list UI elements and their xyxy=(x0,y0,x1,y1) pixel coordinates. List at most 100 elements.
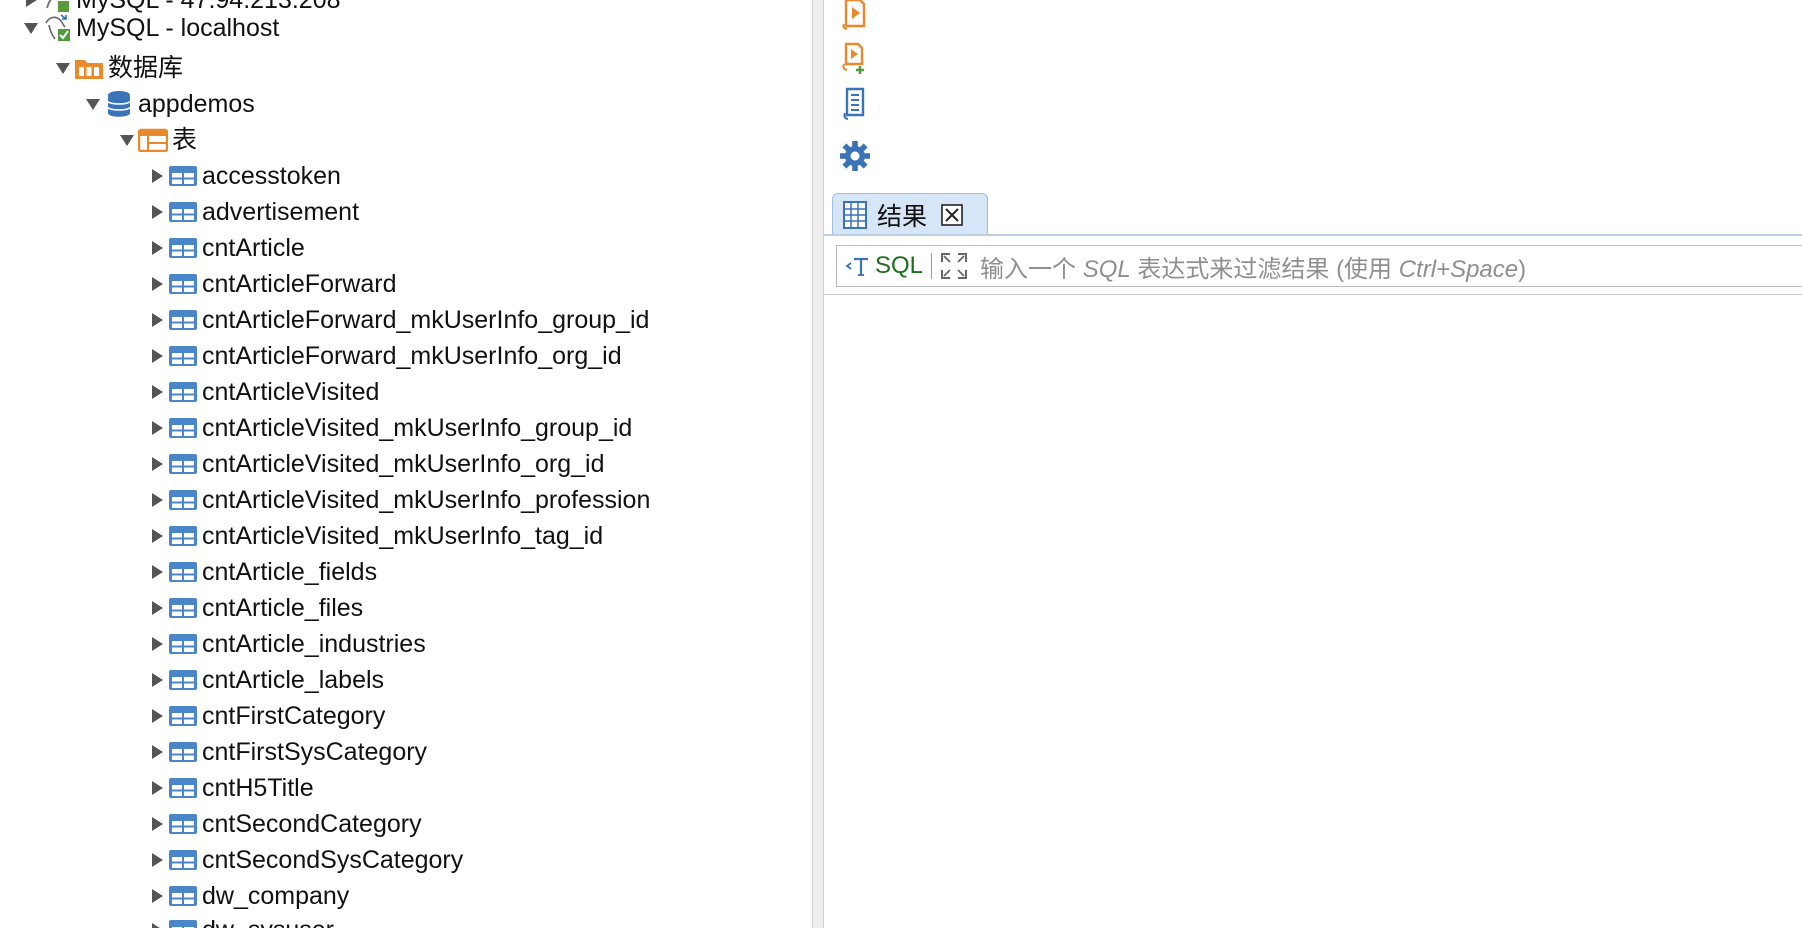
table-icon xyxy=(168,518,198,554)
tables-folder-label: 表 xyxy=(172,126,198,154)
table-icon xyxy=(168,734,198,770)
results-grid-area[interactable] xyxy=(824,296,1802,928)
table-row[interactable]: cntH5Title xyxy=(146,770,314,806)
table-row[interactable]: cntSecondCategory xyxy=(146,806,422,842)
table-row[interactable]: accesstoken xyxy=(146,158,341,194)
collapsed-arrow-icon[interactable] xyxy=(146,158,168,194)
collapsed-arrow-icon[interactable] xyxy=(146,374,168,410)
table-name: cntArticleVisited_mkUserInfo_group_id xyxy=(202,414,633,442)
tree-node-tables-folder[interactable]: 表 xyxy=(116,122,197,158)
collapsed-arrow-icon[interactable] xyxy=(146,662,168,698)
collapsed-arrow-icon[interactable] xyxy=(146,878,168,914)
close-icon[interactable] xyxy=(941,203,963,226)
collapsed-arrow-icon[interactable] xyxy=(146,590,168,626)
table-row[interactable]: cntArticle xyxy=(146,230,305,266)
expand-icon[interactable] xyxy=(940,252,968,280)
toolbar-separator xyxy=(931,253,933,279)
expanded-arrow-icon[interactable] xyxy=(116,122,138,158)
databases-folder-label: 数据库 xyxy=(108,54,184,82)
table-icon xyxy=(168,662,198,698)
sql-filter-label[interactable]: SQL xyxy=(875,252,923,280)
execute-script-new-tab-icon[interactable] xyxy=(838,40,872,76)
collapsed-arrow-icon[interactable] xyxy=(146,482,168,518)
expanded-arrow-icon[interactable] xyxy=(82,86,104,122)
table-icon xyxy=(168,194,198,230)
tab-results[interactable]: 结果 xyxy=(832,193,988,235)
execute-script-icon[interactable] xyxy=(838,0,872,32)
panel-splitter[interactable] xyxy=(812,0,824,928)
table-icon xyxy=(168,770,198,806)
table-row[interactable]: cntSecondSysCategory xyxy=(146,842,463,878)
table-icon xyxy=(168,912,198,928)
result-filter-bar: SQL 输入一个 SQL 表达式来过滤结果 (使用 Ctrl+Space) xyxy=(836,245,1802,287)
collapsed-arrow-icon[interactable] xyxy=(146,554,168,590)
results-grid-icon xyxy=(843,200,867,229)
tab-strip-border xyxy=(824,234,1802,236)
table-name: cntArticleVisited_mkUserInfo_profession xyxy=(202,486,651,514)
table-row[interactable]: cntArticleVisited_mkUserInfo_profession xyxy=(146,482,650,518)
table-row[interactable]: cntArticle_labels xyxy=(146,662,384,698)
table-row[interactable]: dw_company xyxy=(146,878,349,914)
database-icon xyxy=(104,86,134,122)
collapsed-arrow-icon[interactable] xyxy=(146,302,168,338)
tree-node-connection-localhost[interactable]: MySQL - localhost xyxy=(20,10,279,46)
table-icon xyxy=(168,554,198,590)
table-row[interactable]: cntArticleVisited_mkUserInfo_group_id xyxy=(146,410,632,446)
table-row[interactable]: cntArticleForward_mkUserInfo_org_id xyxy=(146,338,622,374)
collapsed-arrow-icon[interactable] xyxy=(146,230,168,266)
table-icon xyxy=(168,302,198,338)
collapsed-arrow-icon[interactable] xyxy=(146,266,168,302)
table-row[interactable]: cntFirstCategory xyxy=(146,698,385,734)
expanded-arrow-icon[interactable] xyxy=(52,50,74,86)
table-icon xyxy=(168,446,198,482)
collapsed-arrow-icon[interactable] xyxy=(146,912,168,928)
table-row[interactable]: cntArticle_industries xyxy=(146,626,426,662)
table-row[interactable]: cntArticleForward xyxy=(146,266,397,302)
table-row[interactable]: cntArticleVisited xyxy=(146,374,379,410)
explain-plan-icon[interactable] xyxy=(838,86,872,122)
collapsed-arrow-icon[interactable] xyxy=(146,518,168,554)
table-row[interactable]: cntArticle_fields xyxy=(146,554,377,590)
sql-editor-panel: 结果 SQL 输入一个 SQL 表达式来过滤结果 (使用 Ctrl+Space) xyxy=(824,0,1802,928)
table-icon xyxy=(168,338,198,374)
table-name: cntArticleVisited xyxy=(202,378,380,406)
collapsed-arrow-icon[interactable] xyxy=(146,806,168,842)
table-row[interactable]: cntArticleVisited_mkUserInfo_tag_id xyxy=(146,518,603,554)
connection-label: MySQL - localhost xyxy=(76,14,280,42)
table-icon xyxy=(168,158,198,194)
table-row[interactable]: advertisement xyxy=(146,194,359,230)
tree-node-databases-folder[interactable]: 数据库 xyxy=(52,50,183,86)
filter-input[interactable]: 输入一个 SQL 表达式来过滤结果 (使用 Ctrl+Space) xyxy=(980,249,1526,284)
table-row[interactable]: cntFirstSysCategory xyxy=(146,734,427,770)
collapsed-arrow-icon[interactable] xyxy=(146,842,168,878)
collapsed-arrow-icon[interactable] xyxy=(146,698,168,734)
sql-editor-icon[interactable] xyxy=(845,253,871,279)
table-icon xyxy=(168,410,198,446)
table-icon xyxy=(168,806,198,842)
expanded-arrow-icon[interactable] xyxy=(20,10,42,46)
collapsed-arrow-icon[interactable] xyxy=(146,338,168,374)
collapsed-arrow-icon[interactable] xyxy=(146,626,168,662)
table-name: advertisement xyxy=(202,198,360,226)
collapsed-arrow-icon[interactable] xyxy=(146,734,168,770)
table-name: cntArticle_files xyxy=(202,594,364,622)
table-name: cntArticle_industries xyxy=(202,630,426,658)
table-name: cntArticleVisited_mkUserInfo_tag_id xyxy=(202,522,604,550)
table-row[interactable]: cntArticle_files xyxy=(146,590,363,626)
table-name: dw_sysuser xyxy=(202,912,334,928)
table-row[interactable]: dw_sysuser xyxy=(146,912,334,928)
table-name: cntArticle_fields xyxy=(202,558,378,586)
table-icon xyxy=(168,626,198,662)
collapsed-arrow-icon[interactable] xyxy=(146,194,168,230)
collapsed-arrow-icon[interactable] xyxy=(146,410,168,446)
table-icon xyxy=(168,590,198,626)
table-name: cntArticle xyxy=(202,234,305,262)
table-row[interactable]: cntArticleForward_mkUserInfo_group_id xyxy=(146,302,649,338)
database-navigator: MySQL - 47.94.213.208 MySQL - localhost xyxy=(0,0,812,928)
settings-gear-icon[interactable] xyxy=(838,138,872,174)
collapsed-arrow-icon[interactable] xyxy=(146,446,168,482)
database-label: appdemos xyxy=(138,90,255,118)
table-row[interactable]: cntArticleVisited_mkUserInfo_org_id xyxy=(146,446,605,482)
tree-node-database-appdemos[interactable]: appdemos xyxy=(82,86,255,122)
collapsed-arrow-icon[interactable] xyxy=(146,770,168,806)
